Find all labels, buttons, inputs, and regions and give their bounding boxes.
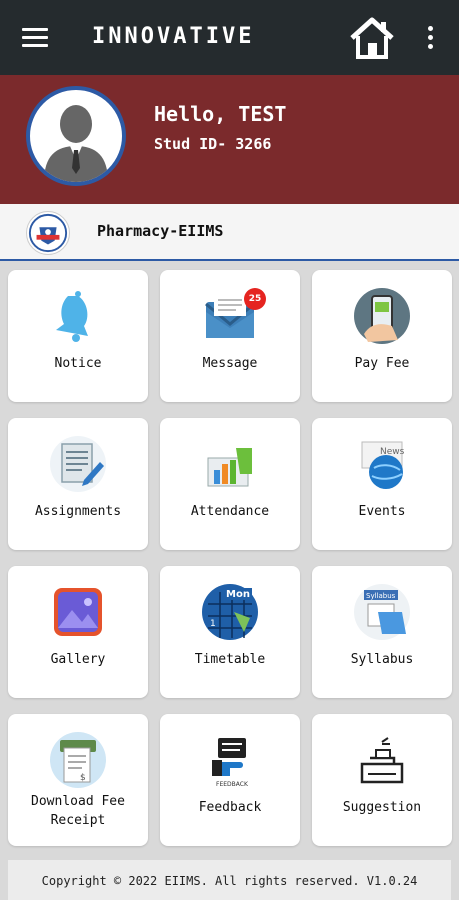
user-silhouette-icon	[44, 105, 108, 182]
tile-label: Assignments	[34, 504, 122, 519]
tile-label: Timetable	[194, 652, 266, 667]
tile-label: Notice	[54, 356, 102, 371]
school-logo-icon	[26, 211, 70, 255]
syllabus-folder-text: Syllabus	[366, 592, 396, 600]
tile-label: Attendance	[190, 504, 270, 519]
tile-label: Message	[202, 356, 258, 371]
tile-suggestion[interactable]: Suggestion	[312, 714, 452, 846]
feedback-icon: FEEDBACK	[212, 738, 249, 788]
receipt-icon: $	[50, 732, 106, 788]
tile-pay-fee[interactable]: Pay Fee	[312, 270, 452, 402]
tile-feedback[interactable]: FEEDBACK Feedback	[160, 714, 300, 846]
tile-events[interactable]: News Events	[312, 418, 452, 550]
suggestion-box-icon	[360, 737, 404, 784]
menu-icon[interactable]	[22, 28, 48, 48]
tile-message[interactable]: 25 Message	[160, 270, 300, 402]
overflow-menu-icon[interactable]	[424, 26, 436, 52]
unread-badge: 25	[244, 288, 266, 310]
student-id-text: Stud ID- 3266	[154, 135, 272, 153]
tile-assignments[interactable]: Assignments	[8, 418, 148, 550]
feedback-caption-text: FEEDBACK	[216, 781, 249, 788]
tile-label: Syllabus	[350, 652, 414, 667]
app-title: INNOVATIVE	[92, 24, 255, 49]
assignment-pen-icon	[50, 436, 106, 492]
home-icon[interactable]	[348, 16, 396, 60]
profile-header: Hello, TEST Stud ID- 3266	[0, 75, 459, 204]
mobile-payment-icon	[354, 288, 410, 344]
svg-text:1: 1	[210, 619, 216, 629]
tile-label: Suggestion	[342, 800, 422, 815]
school-name: Pharmacy-EIIMS	[97, 222, 224, 240]
school-bar: Pharmacy-EIIMS	[0, 204, 459, 261]
attendance-chart-icon	[207, 448, 252, 487]
tile-syllabus[interactable]: Syllabus Syllabus	[312, 566, 452, 698]
bell-icon	[56, 291, 88, 342]
copyright-text: Copyright © 2022 EIIMS. All rights reser…	[41, 874, 418, 888]
tile-label: Gallery	[50, 652, 106, 667]
tile-label: Events	[358, 504, 406, 519]
calendar-icon: Mon 1	[202, 584, 258, 640]
svg-text:$: $	[80, 773, 86, 783]
tile-label: Download Fee Receipt	[31, 794, 125, 828]
tile-timetable[interactable]: Mon 1 Timetable	[160, 566, 300, 698]
tile-download-fee-receipt[interactable]: $ Download Fee Receipt	[8, 714, 148, 846]
syllabus-folder-icon: Syllabus	[354, 584, 410, 640]
tile-notice[interactable]: Notice	[8, 270, 148, 402]
image-gallery-icon	[54, 588, 102, 636]
calendar-month-text: Mon	[226, 589, 250, 600]
tile-attendance[interactable]: Attendance	[160, 418, 300, 550]
globe-news-icon: News	[361, 441, 405, 489]
tile-label: Feedback	[198, 800, 262, 815]
tile-label: Pay Fee	[354, 356, 410, 371]
tile-gallery[interactable]: Gallery	[8, 566, 148, 698]
avatar[interactable]	[26, 86, 126, 186]
greeting-text: Hello, TEST	[154, 102, 287, 126]
footer: Copyright © 2022 EIIMS. All rights reser…	[8, 860, 451, 900]
top-app-bar: INNOVATIVE	[0, 0, 459, 75]
